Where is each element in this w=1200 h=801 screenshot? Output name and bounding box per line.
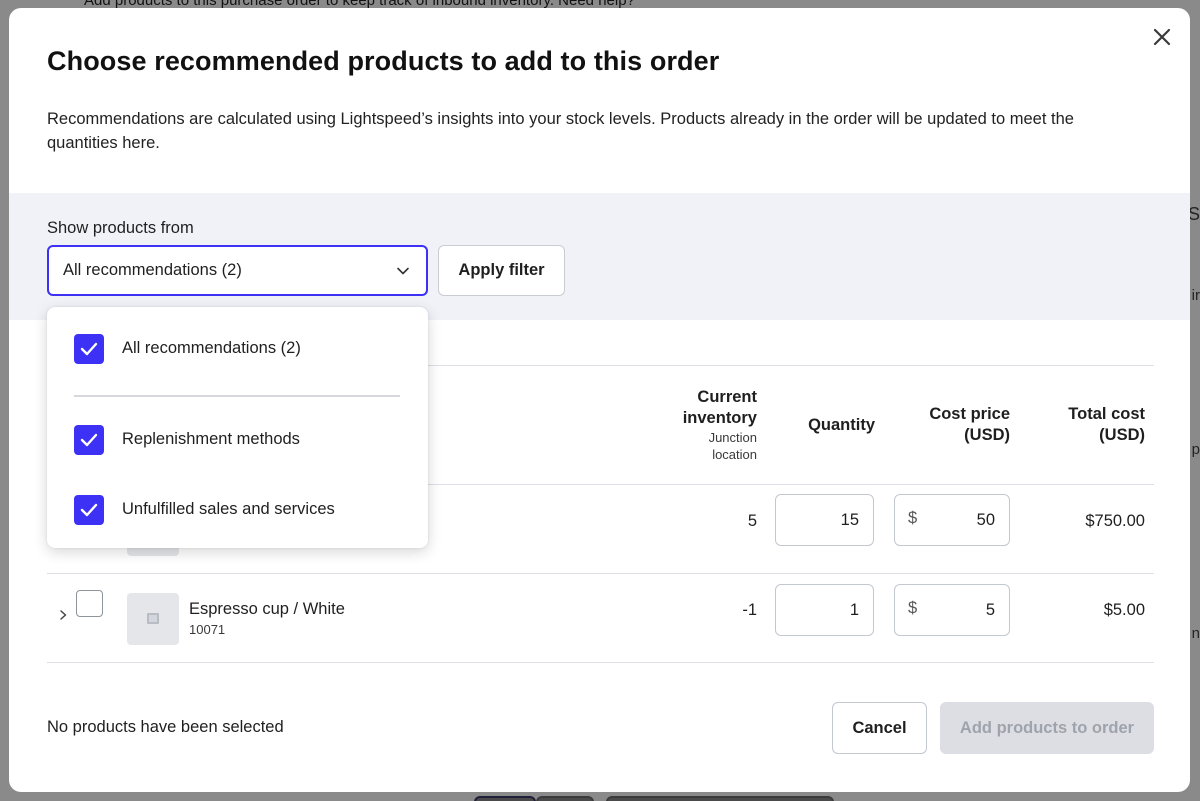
- filter-label: Show products from: [47, 219, 194, 237]
- header-current-inventory: Current inventory: [682, 388, 757, 427]
- row-divider: [47, 573, 1154, 574]
- chevron-right-icon[interactable]: [57, 609, 69, 621]
- close-icon: [1153, 28, 1171, 46]
- option-checkbox[interactable]: [74, 495, 104, 525]
- modal-title: Choose recommended products to add to th…: [47, 46, 720, 76]
- quantity-input[interactable]: 1: [775, 584, 874, 636]
- cost-price-input[interactable]: $ 50: [894, 494, 1010, 546]
- product-sku: 10071: [189, 622, 226, 637]
- currency-symbol: $: [908, 599, 918, 617]
- filter-dropdown-menu: All recommendations (2) Replenishment me…: [47, 307, 428, 548]
- dropdown-option-replenishment[interactable]: Replenishment methods: [74, 425, 404, 455]
- row-total-cost: $5.00: [1103, 601, 1145, 619]
- option-label: All recommendations (2): [122, 339, 301, 357]
- checkmark-icon: [80, 503, 98, 517]
- header-current-inventory-sub: Junction location: [708, 430, 757, 462]
- product-name[interactable]: Espresso cup / White: [189, 600, 345, 619]
- header-quantity: Quantity: [808, 416, 875, 434]
- quantity-input[interactable]: 15: [775, 494, 874, 546]
- filter-select[interactable]: All recommendations (2): [47, 245, 428, 296]
- modal-description: Recommendations are calculated using Lig…: [47, 110, 1074, 152]
- cancel-button[interactable]: Cancel: [832, 702, 927, 754]
- dropdown-option-unfulfilled[interactable]: Unfulfilled sales and services: [74, 495, 404, 525]
- option-label: Unfulfilled sales and services: [122, 500, 335, 518]
- currency-symbol: $: [908, 509, 918, 527]
- cost-price-value: 5: [985, 600, 995, 619]
- option-checkbox[interactable]: [74, 334, 104, 364]
- selection-status: No products have been selected: [47, 718, 284, 736]
- apply-filter-button[interactable]: Apply filter: [438, 245, 565, 296]
- row-divider: [47, 662, 1154, 663]
- option-checkbox[interactable]: [74, 425, 104, 455]
- header-total-cost: Total cost (USD): [1068, 405, 1145, 444]
- dropdown-option-all[interactable]: All recommendations (2): [74, 334, 404, 364]
- cost-price-input[interactable]: $ 5: [894, 584, 1010, 636]
- header-cost-price: Cost price (USD): [929, 405, 1010, 444]
- image-placeholder-icon: [147, 613, 159, 624]
- add-products-button[interactable]: Add products to order: [940, 702, 1154, 754]
- dropdown-divider: [74, 395, 400, 397]
- row-inventory: 5: [747, 512, 757, 530]
- product-thumbnail: [127, 593, 179, 645]
- filter-select-value: All recommendations (2): [63, 261, 242, 279]
- row-checkbox[interactable]: [76, 590, 103, 617]
- option-label: Replenishment methods: [122, 430, 300, 448]
- row-inventory: -1: [742, 601, 757, 619]
- cost-price-value: 50: [976, 510, 995, 529]
- close-button[interactable]: [1150, 25, 1174, 49]
- checkmark-icon: [80, 433, 98, 447]
- recommendations-modal: Choose recommended products to add to th…: [9, 8, 1190, 792]
- checkmark-icon: [80, 342, 98, 356]
- row-total-cost: $750.00: [1085, 512, 1145, 530]
- chevron-down-icon: [397, 267, 409, 275]
